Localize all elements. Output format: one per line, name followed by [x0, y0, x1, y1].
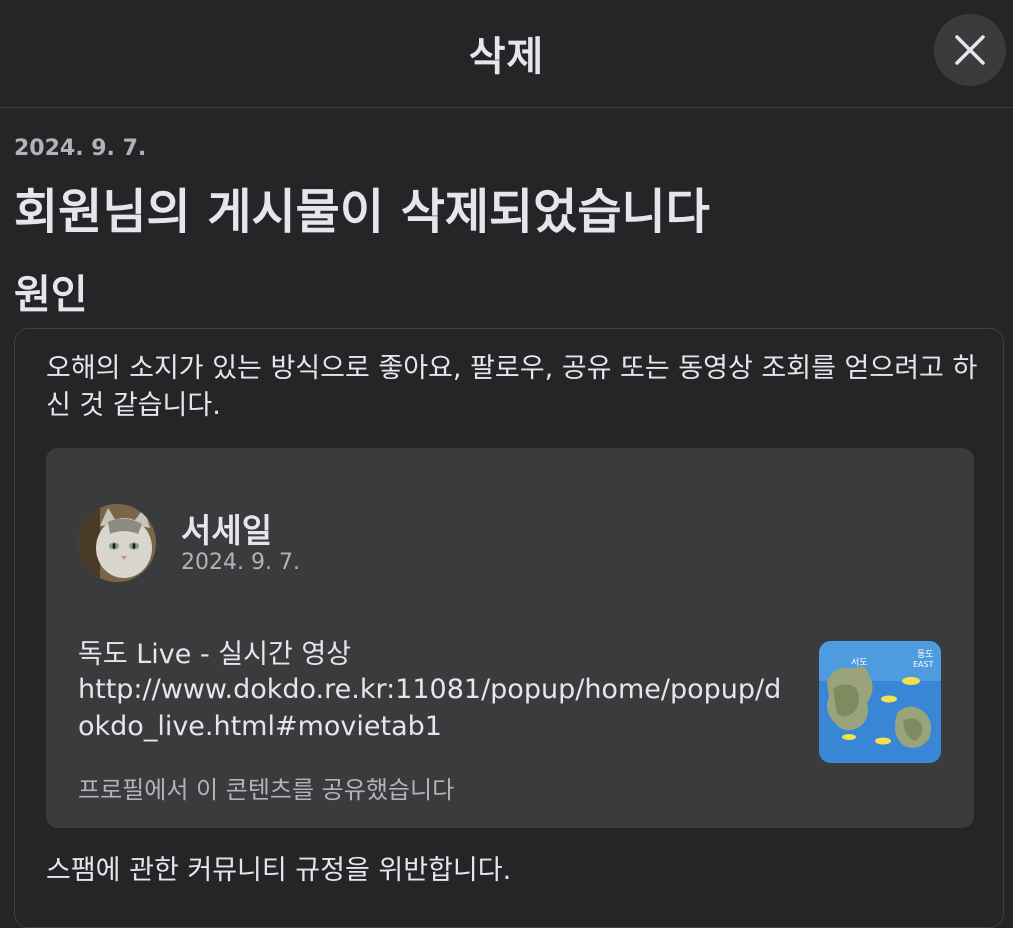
- dialog-title: 삭제: [468, 34, 545, 80]
- post-date: 2024. 9. 7.: [181, 550, 300, 575]
- reason-text: 오해의 소지가 있는 방식으로 좋아요, 팔로우, 공유 또는 동영상 조회를 …: [46, 353, 978, 421]
- thumb-label-west: 서도: [851, 657, 868, 668]
- thumb-label-east-ko: 동도: [917, 649, 934, 660]
- close-icon: [955, 35, 985, 65]
- dialog-header: 삭제: [0, 0, 1013, 108]
- link-thumbnail[interactable]: 서도 동도 EAST: [819, 641, 941, 763]
- notice-headline: 회원님의 게시물이 삭제되었습니다: [14, 184, 710, 240]
- avatar: [78, 504, 156, 582]
- close-button[interactable]: [934, 14, 1006, 86]
- shared-from-profile-note: 프로필에서 이 콘텐츠를 공유했습니다: [78, 776, 455, 804]
- cat-avatar-image: [78, 504, 156, 582]
- thumb-label-east-en: EAST: [913, 660, 934, 669]
- violation-text: 스팸에 관한 커뮤니티 규정을 위반합니다.: [46, 855, 512, 886]
- notice-date: 2024. 9. 7.: [14, 136, 147, 161]
- post-author-name[interactable]: 서세일: [181, 504, 272, 552]
- map-thumbnail-image: 서도 동도 EAST: [819, 641, 941, 763]
- link-url[interactable]: http://www.dokdo.re.kr:11081/popup/home/…: [78, 671, 790, 745]
- link-title[interactable]: 독도 Live - 실시간 영상: [78, 632, 351, 671]
- reason-heading: 원인: [14, 272, 88, 318]
